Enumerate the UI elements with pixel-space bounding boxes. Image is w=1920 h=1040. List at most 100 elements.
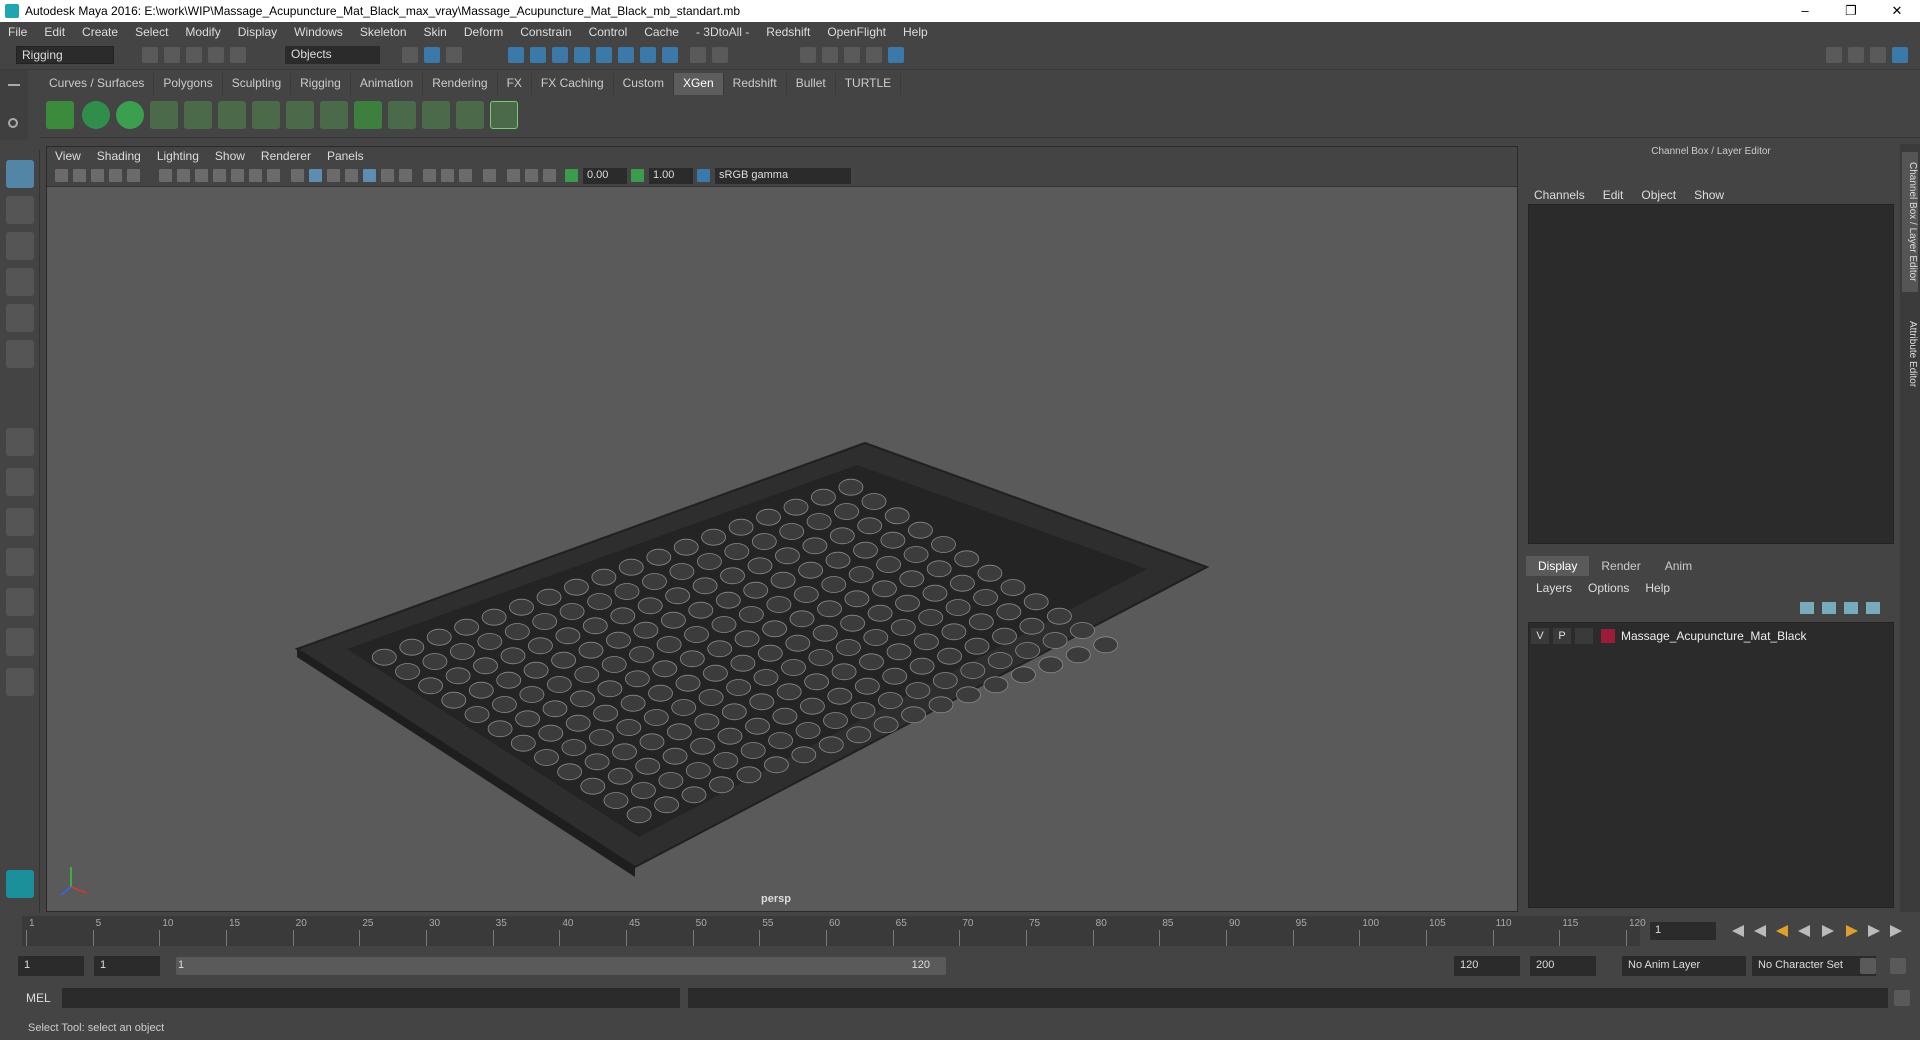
render-settings-icon[interactable]	[844, 47, 860, 63]
select-by-hierarchy-icon[interactable]	[402, 47, 418, 63]
single-perspective-layout-icon[interactable]	[6, 428, 34, 456]
xgen-create-description-icon[interactable]	[116, 101, 144, 129]
bookmark-icon[interactable]	[91, 169, 104, 182]
textured-icon[interactable]	[345, 169, 358, 182]
tab-curves-surfaces[interactable]: Curves / Surfaces	[40, 73, 155, 95]
tab-rendering[interactable]: Rendering	[423, 73, 498, 95]
menu-select[interactable]: Select	[135, 25, 168, 39]
new-layer-selected-icon[interactable]	[1866, 602, 1880, 614]
resolution-gate-icon[interactable]	[195, 169, 208, 182]
tab-redshift[interactable]: Redshift	[723, 73, 787, 95]
le-menu-options[interactable]: Options	[1588, 581, 1629, 595]
tab-display[interactable]: Display	[1526, 556, 1590, 576]
animation-start-field[interactable]: 1	[18, 956, 84, 976]
modeling-toolkit-icon[interactable]	[1826, 47, 1842, 63]
menu-set-selector[interactable]: Rigging	[16, 46, 114, 64]
menu-deform[interactable]: Deform	[464, 25, 503, 39]
field-chart-icon[interactable]	[231, 169, 244, 182]
lasso-tool-icon[interactable]	[6, 196, 34, 224]
smooth-shade-icon[interactable]	[309, 169, 322, 182]
outliner-persp-layout-icon[interactable]	[6, 628, 34, 656]
color-management-icon[interactable]	[697, 169, 710, 182]
film-gate-icon[interactable]	[177, 169, 190, 182]
shelf-settings-icon[interactable]	[8, 118, 18, 128]
xgen-editor-icon[interactable]	[46, 101, 74, 129]
xray-joints-icon[interactable]	[525, 169, 538, 182]
menu-constrain[interactable]: Constrain	[520, 25, 571, 39]
step-forward-frame-icon[interactable]	[1868, 925, 1880, 937]
save-scene-icon[interactable]	[186, 47, 202, 63]
open-scene-icon[interactable]	[164, 47, 180, 63]
xgen-groom-icon[interactable]	[320, 101, 348, 129]
play-forwards-icon[interactable]	[1822, 925, 1834, 937]
use-all-lights-icon[interactable]	[363, 169, 376, 182]
hypershade-icon[interactable]	[866, 47, 882, 63]
current-frame-field[interactable]: 1	[1650, 922, 1716, 940]
snap-edge-icon[interactable]	[640, 47, 656, 63]
select-by-component-icon[interactable]	[446, 47, 462, 63]
lock-icon[interactable]	[690, 47, 706, 63]
tab-custom[interactable]: Custom	[613, 73, 674, 95]
xgen-layers-icon[interactable]	[354, 101, 382, 129]
snap-help-icon[interactable]	[662, 47, 678, 63]
vp-menu-renderer[interactable]: Renderer	[261, 149, 311, 163]
selection-mask-selector[interactable]: Objects	[285, 46, 380, 64]
rotate-tool-icon[interactable]	[6, 304, 34, 332]
exposure-field[interactable]: 0.00	[583, 168, 627, 184]
select-by-object-icon[interactable]	[424, 47, 440, 63]
channel-box-area[interactable]	[1528, 204, 1894, 544]
redo-icon[interactable]	[230, 47, 246, 63]
menu-redshift[interactable]: Redshift	[766, 25, 810, 39]
layer-row[interactable]: V P Massage_Acupuncture_Mat_Black	[1531, 627, 1891, 645]
side-tab-attribute-editor[interactable]: Attribute Editor	[1902, 304, 1918, 404]
layer-display-type-toggle[interactable]	[1575, 628, 1593, 644]
grid-icon[interactable]	[159, 169, 172, 182]
playback-start-field[interactable]: 1	[94, 956, 160, 976]
xray-icon[interactable]	[507, 169, 520, 182]
menu-windows[interactable]: Windows	[294, 25, 343, 39]
viewport-persp[interactable]: View Shading Lighting Show Renderer Pane…	[46, 146, 1518, 912]
move-layer-down-icon[interactable]	[1822, 602, 1836, 614]
tool-settings-toggle-icon[interactable]	[1870, 47, 1886, 63]
menu-cache[interactable]: Cache	[644, 25, 679, 39]
new-empty-layer-icon[interactable]	[1844, 602, 1858, 614]
animation-preferences-icon[interactable]	[1890, 958, 1906, 974]
ipr-render-icon[interactable]	[822, 47, 838, 63]
anti-aliasing-icon[interactable]	[441, 169, 454, 182]
ambient-occlusion-icon[interactable]	[399, 169, 412, 182]
gamma-field[interactable]: 1.00	[649, 168, 693, 184]
layout-options-icon[interactable]	[6, 668, 34, 696]
wireframe-icon[interactable]	[291, 169, 304, 182]
vp-menu-show[interactable]: Show	[215, 149, 245, 163]
channel-box-toggle-icon[interactable]	[1892, 47, 1908, 63]
tab-fx[interactable]: FX	[497, 73, 532, 95]
minimize-button[interactable]: –	[1782, 0, 1828, 22]
menu-display[interactable]: Display	[238, 25, 277, 39]
render-frame-icon[interactable]	[800, 47, 816, 63]
vp-menu-panels[interactable]: Panels	[327, 149, 364, 163]
side-tab-channel-box[interactable]: Channel Box / Layer Editor	[1902, 152, 1918, 292]
vp-menu-view[interactable]: View	[55, 149, 81, 163]
snap-grid-icon[interactable]	[508, 47, 524, 63]
le-menu-help[interactable]: Help	[1645, 581, 1670, 595]
four-view-layout-icon[interactable]	[6, 468, 34, 496]
shadows-icon[interactable]	[381, 169, 394, 182]
undo-icon[interactable]	[208, 47, 224, 63]
select-tool-icon[interactable]	[6, 160, 34, 188]
range-bar[interactable]: 1 120	[176, 957, 946, 975]
snap-vertex-icon[interactable]	[618, 47, 634, 63]
auto-key-icon[interactable]	[1860, 958, 1876, 974]
menu-control[interactable]: Control	[589, 25, 628, 39]
step-back-frame-icon[interactable]	[1754, 925, 1766, 937]
go-to-start-icon[interactable]	[1732, 925, 1744, 937]
step-forward-key-icon[interactable]	[1846, 925, 1858, 937]
time-slider-track[interactable]: 1 5 10 15 20 25 30 35 40 45 50 55 60 65 70 75 80 85 90 95 10…	[22, 916, 1646, 946]
safe-action-icon[interactable]	[249, 169, 262, 182]
tab-render[interactable]: Render	[1589, 556, 1652, 576]
xgen-add-guides-icon[interactable]	[150, 101, 178, 129]
camera-attributes-icon[interactable]	[73, 169, 86, 182]
exposure-icon[interactable]	[565, 169, 578, 182]
persp-hypershade-layout-icon[interactable]	[6, 588, 34, 616]
xgen-lock-icon[interactable]	[286, 101, 314, 129]
tab-xgen[interactable]: XGen	[673, 73, 724, 95]
